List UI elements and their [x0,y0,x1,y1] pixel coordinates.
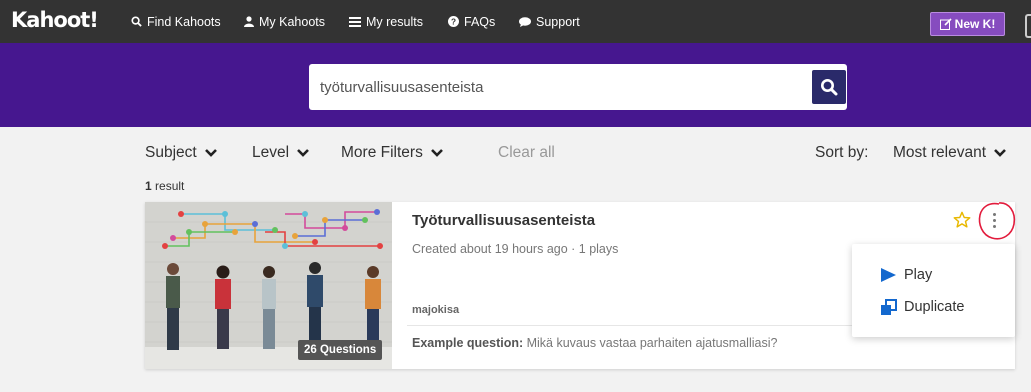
menu-play-label: Play [904,267,933,283]
nav-find-kahoots[interactable]: Find Kahoots [131,0,221,43]
red-annotation-circle [978,202,1016,240]
edit-icon [939,18,952,30]
menu-item-duplicate[interactable]: Duplicate [880,298,964,316]
chevron-down-icon [204,149,217,157]
chevron-down-icon [297,149,309,157]
speech-bubble-icon [519,16,531,27]
sort-by: Sort by: [815,144,868,162]
chevron-down-icon [430,149,443,157]
menu-item-play[interactable]: Play [880,266,932,284]
nav-my-results-label: My results [366,14,423,29]
nav-my-results[interactable]: My results [349,0,423,43]
sort-by-label: Sort by: [815,144,869,161]
kahoot-meta: Created about 19 hours ago · 1 plays [412,242,619,256]
new-kahoot-button[interactable]: New K! [930,12,1005,36]
kahoot-author[interactable]: majokisa [412,304,459,316]
nav-faqs-label: FAQs [464,14,496,29]
list-icon [349,16,361,27]
search-input[interactable]: työturvallisuusasenteista [309,64,811,110]
more-filters-label: More Filters [341,144,423,161]
search-button[interactable] [811,64,847,110]
kahoot-cover-image[interactable]: 26 Questions [145,202,392,369]
favorite-star-icon[interactable] [953,211,971,229]
example-question-label: Example question: [412,336,524,350]
question-icon: ? [448,16,459,27]
user-icon [244,16,254,27]
nav-faqs[interactable]: ? FAQs [448,0,495,43]
nav-find-kahoots-label: Find Kahoots [147,14,221,29]
options-menu: Play Duplicate [852,244,1015,337]
example-question: Example question: Mikä kuvaus vastaa par… [412,336,777,350]
profile-button[interactable] [1025,14,1031,38]
sort-value: Most relevant [893,144,987,161]
new-kahoot-label: New K! [954,17,996,31]
level-filter[interactable]: Level [252,144,309,162]
subject-filter-label: Subject [145,144,197,161]
duplicate-icon [881,298,897,315]
more-filters[interactable]: More Filters [341,144,443,162]
result-count: 1 result [145,179,184,193]
subject-filter[interactable]: Subject [145,144,217,162]
nav-support[interactable]: Support [519,0,580,43]
nav-support-label: Support [536,14,580,29]
menu-duplicate-label: Duplicate [904,299,965,315]
chevron-down-icon [994,149,1006,157]
svg-text:?: ? [451,18,456,27]
result-count-label: result [151,179,185,193]
play-icon [881,268,896,282]
question-count-badge: 26 Questions [298,340,383,360]
clear-all-link[interactable]: Clear all [498,144,555,162]
nav-my-kahoots-label: My Kahoots [259,14,326,29]
search-icon [821,79,838,96]
search-icon [131,16,142,27]
example-question-text: Mikä kuvaus vastaa parhaiten ajatusmalli… [523,336,778,350]
kahoot-logo[interactable]: Kahoot! [11,8,99,32]
result-count-number: 1 [145,179,152,193]
kahoot-title[interactable]: Työturvallisuusasenteista [412,212,595,229]
top-navigation-bar: Kahoot! Find Kahoots My Kahoots My resul… [0,0,1031,43]
level-filter-label: Level [252,144,290,161]
sort-dropdown[interactable]: Most relevant [893,144,1006,162]
nav-my-kahoots[interactable]: My Kahoots [244,0,325,43]
